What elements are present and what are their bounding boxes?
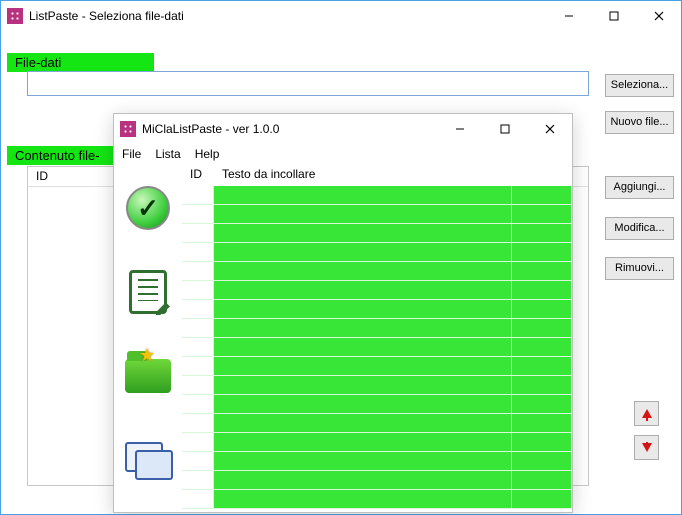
grid-row[interactable] <box>182 300 572 319</box>
close-button[interactable] <box>527 114 572 144</box>
file-section-label: File-dati <box>7 53 154 72</box>
grid-row[interactable] <box>182 319 572 338</box>
grid-header-text[interactable]: Testo da incollare <box>214 164 572 186</box>
grid-row[interactable] <box>182 433 572 452</box>
close-button[interactable] <box>636 1 681 31</box>
minimize-button[interactable] <box>546 1 591 31</box>
grid-row[interactable] <box>182 471 572 490</box>
main-titlebar: ListPaste - Seleziona file-dati <box>1 1 681 31</box>
grid-row[interactable] <box>182 490 572 509</box>
folder-star-icon <box>125 359 171 393</box>
app-icon <box>7 8 23 24</box>
grid-header-id[interactable]: ID <box>182 164 214 186</box>
file-path-input[interactable] <box>27 71 589 96</box>
child-window-title: MiClaListPaste - ver 1.0.0 <box>142 122 279 136</box>
app-icon <box>120 121 136 137</box>
minimize-button[interactable] <box>437 114 482 144</box>
grid-row[interactable] <box>182 205 572 224</box>
grid-body[interactable] <box>182 186 572 512</box>
grid-row[interactable] <box>182 186 572 205</box>
grid-row[interactable] <box>182 357 572 376</box>
tool-strip: ✓ <box>114 164 182 512</box>
grid-row[interactable] <box>182 243 572 262</box>
edit-document-tool[interactable] <box>124 268 172 316</box>
check-circle-icon: ✓ <box>126 186 170 230</box>
move-up-button[interactable] <box>634 401 659 426</box>
grid-row[interactable] <box>182 452 572 471</box>
cards-tool[interactable] <box>124 436 172 484</box>
maximize-button[interactable] <box>591 1 636 31</box>
grid-header: ID Testo da incollare <box>182 164 572 186</box>
grid-row[interactable] <box>182 224 572 243</box>
child-window: MiClaListPaste - ver 1.0.0 File Lista He… <box>113 113 573 513</box>
paste-grid[interactable]: ID Testo da incollare <box>182 164 572 512</box>
confirm-tool[interactable]: ✓ <box>124 184 172 232</box>
select-file-button[interactable]: Seleziona... <box>605 74 674 97</box>
remove-button[interactable]: Rimuovi... <box>605 257 674 280</box>
menu-lista[interactable]: Lista <box>155 147 180 161</box>
new-file-button[interactable]: Nuovo file... <box>605 111 674 134</box>
edit-button[interactable]: Modifica... <box>605 217 674 240</box>
main-window-title: ListPaste - Seleziona file-dati <box>29 9 184 23</box>
open-folder-tool[interactable] <box>124 352 172 400</box>
move-down-button[interactable] <box>634 435 659 460</box>
add-button[interactable]: Aggiungi... <box>605 176 674 199</box>
id-cards-icon <box>125 442 171 478</box>
grid-row[interactable] <box>182 395 572 414</box>
child-titlebar: MiClaListPaste - ver 1.0.0 <box>114 114 572 144</box>
menu-help[interactable]: Help <box>195 147 220 161</box>
maximize-button[interactable] <box>482 114 527 144</box>
menu-file[interactable]: File <box>122 147 141 161</box>
grid-row[interactable] <box>182 338 572 357</box>
grid-row[interactable] <box>182 281 572 300</box>
grid-row[interactable] <box>182 414 572 433</box>
child-menubar: File Lista Help <box>114 144 572 164</box>
grid-row[interactable] <box>182 262 572 281</box>
grid-row[interactable] <box>182 376 572 395</box>
document-edit-icon <box>129 270 167 314</box>
